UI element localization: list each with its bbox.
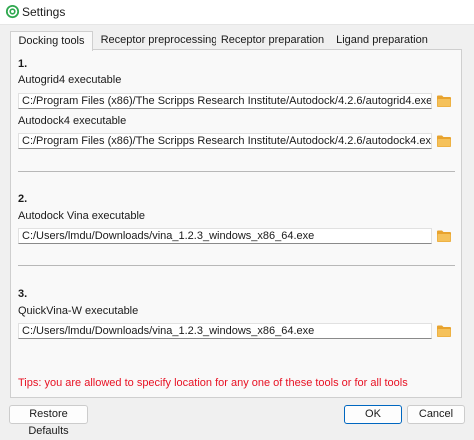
folder-icon[interactable] [437, 135, 451, 147]
autogrid4-path-input[interactable]: C:/Program Files (x86)/The Scripps Resea… [18, 93, 432, 109]
folder-icon[interactable] [437, 95, 451, 107]
section-divider [18, 265, 455, 266]
section-number-3: 3. [18, 288, 28, 300]
tab-receptor-preparation[interactable]: Receptor preparation [216, 31, 329, 49]
tab-ligand-preparation[interactable]: Ligand preparation [330, 31, 434, 49]
tab-receptor-preprocessing[interactable]: Receptor preprocessing [96, 31, 222, 49]
docking-tools-panel: 1. Autogrid4 executable C:/Program Files… [10, 49, 462, 398]
quickvina-path-input[interactable]: C:/Users/lmdu/Downloads/vina_1.2.3_windo… [18, 323, 432, 339]
settings-app-icon [5, 4, 20, 19]
section-divider [18, 171, 455, 172]
quickvina-label: QuickVina-W executable [18, 305, 139, 317]
autodock4-path-input[interactable]: C:/Program Files (x86)/The Scripps Resea… [18, 133, 432, 149]
vina-label: Autodock Vina executable [18, 210, 145, 222]
section-number-1: 1. [18, 58, 28, 70]
section-number-2: 2. [18, 193, 28, 205]
folder-icon[interactable] [437, 230, 451, 242]
tab-docking-tools[interactable]: Docking tools [10, 31, 93, 51]
tips-text: Tips: you are allowed to specify locatio… [18, 377, 408, 389]
cancel-button[interactable]: Cancel [407, 405, 465, 424]
restore-defaults-button[interactable]: Restore Defaults [9, 405, 88, 437]
window-title: Settings [22, 5, 66, 19]
ok-button[interactable]: OK [344, 405, 402, 424]
autodock4-label: Autodock4 executable [18, 115, 127, 127]
title-bar: Settings [0, 0, 474, 25]
vina-path-input[interactable]: C:/Users/lmdu/Downloads/vina_1.2.3_windo… [18, 228, 432, 244]
autogrid4-label: Autogrid4 executable [18, 74, 122, 86]
folder-icon[interactable] [437, 325, 451, 337]
